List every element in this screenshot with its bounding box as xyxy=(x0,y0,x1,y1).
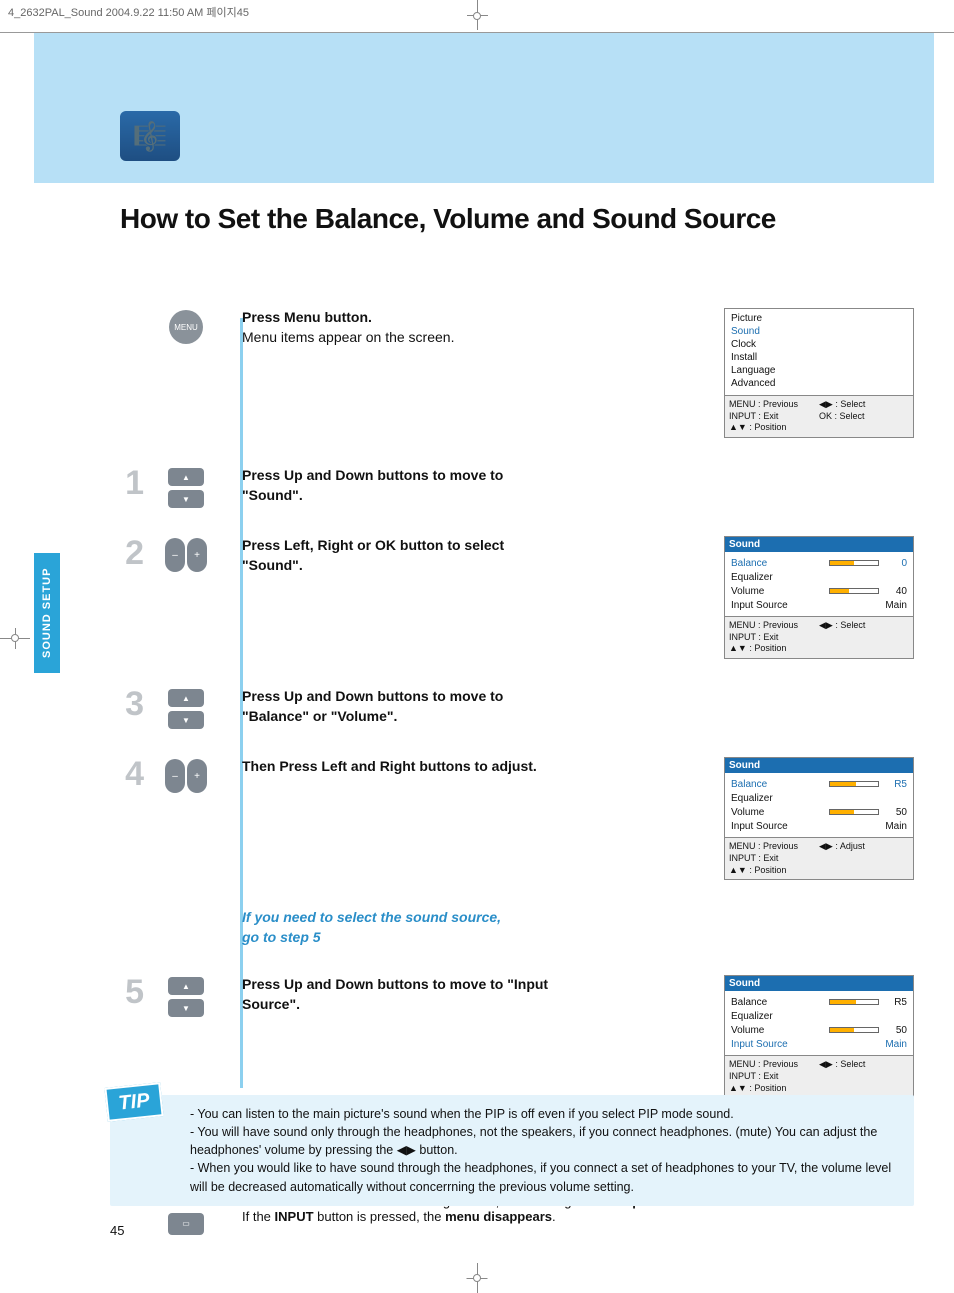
osd-sound-3: Sound BalanceR5EqualizerVolume50Input So… xyxy=(724,975,914,1098)
step-instruction: Then Press Left and Right buttons to adj… xyxy=(242,757,562,777)
section-tab: SOUND SETUP xyxy=(34,553,60,673)
step-instruction: Press Left, Right or OK button to select… xyxy=(242,536,562,575)
page-number: 45 xyxy=(110,1223,124,1238)
osd-menu-item: Install xyxy=(731,352,907,365)
step-instruction: Press Up and Down buttons to move to "In… xyxy=(242,975,562,1014)
instr-line: Menu items appear on the screen. xyxy=(242,328,562,348)
crop-circle-icon xyxy=(473,12,481,20)
note-line: go to step 5 xyxy=(242,928,562,948)
osd-menu-item: Language xyxy=(731,365,907,378)
osd-menu-item: Picture xyxy=(731,313,907,326)
step-row-note: If you need to select the sound source, … xyxy=(110,908,914,947)
step-number: 3 xyxy=(110,687,150,721)
osd-main-menu: PictureSoundClockInstallLanguageAdvanced… xyxy=(724,308,914,438)
instr-line: Press Menu button. xyxy=(242,309,372,325)
step-number: 1 xyxy=(110,466,150,500)
note-text: If you need to select the sound source, … xyxy=(242,908,562,947)
osd-hint: ▲▼ : Position xyxy=(729,643,819,655)
step-number: 2 xyxy=(110,536,150,570)
osd-row: BalanceR5 xyxy=(731,995,907,1009)
right-button-icon: + xyxy=(187,538,207,572)
step-row-2: 2 – + Press Left, Right or OK button to … xyxy=(110,536,914,659)
down-button-icon: ▼ xyxy=(168,711,204,729)
tip-line: - You will have sound only through the h… xyxy=(190,1123,900,1159)
right-button-icon: + xyxy=(187,759,207,793)
page-title: How to Set the Balance, Volume and Sound… xyxy=(120,203,776,235)
osd-menu-item: Advanced xyxy=(731,378,907,391)
osd-row: Input SourceMain xyxy=(731,819,907,833)
osd-row: Volume40 xyxy=(731,584,907,598)
osd-hint: ▲▼ : Position xyxy=(729,1083,819,1095)
osd-hint: MENU : Previous xyxy=(729,399,819,411)
up-button-icon: ▲ xyxy=(168,689,204,707)
down-button-icon: ▼ xyxy=(168,999,204,1017)
tip-line: - When you would like to have sound thro… xyxy=(190,1159,900,1195)
osd-hint: ▲▼ : Position xyxy=(729,865,819,877)
osd-hint: ◀▶ : Select xyxy=(819,620,909,632)
osd-hint: MENU : Previous xyxy=(729,1059,819,1071)
tip-label: TIP xyxy=(104,1082,163,1122)
osd-hint: ▲▼ : Position xyxy=(729,422,819,434)
crop-filename: 4_2632PAL_Sound 2004.9.22 11:50 AM 페이지45 xyxy=(8,7,249,19)
osd-title: Sound xyxy=(725,537,913,552)
osd-hint: INPUT : Exit xyxy=(729,1071,819,1083)
osd-menu-item: Clock xyxy=(731,339,907,352)
osd-row: Volume50 xyxy=(731,805,907,819)
osd-row: Balance0 xyxy=(731,556,907,570)
osd-row: Equalizer xyxy=(731,791,907,805)
osd-row: Input SourceMain xyxy=(731,1037,907,1051)
up-button-icon: ▲ xyxy=(168,977,204,995)
osd-title: Sound xyxy=(725,976,913,991)
osd-hint: ◀▶ : Select xyxy=(819,399,909,411)
step-row-1: 1 ▲ ▼ Press Up and Down buttons to move … xyxy=(110,466,914,508)
osd-sound-2: Sound BalanceR5EqualizerVolume50Input So… xyxy=(724,757,914,880)
down-button-icon: ▼ xyxy=(168,490,204,508)
crop-header: 4_2632PAL_Sound 2004.9.22 11:50 AM 페이지45 xyxy=(0,0,954,33)
up-button-icon: ▲ xyxy=(168,468,204,486)
osd-row: BalanceR5 xyxy=(731,777,907,791)
osd-hint: ◀▶ : Adjust xyxy=(819,841,909,853)
crop-mark-bottom-icon xyxy=(0,1263,954,1293)
osd-row: Input SourceMain xyxy=(731,598,907,612)
step-instruction: Press Up and Down buttons to move to "So… xyxy=(242,466,562,505)
osd-hint: ◀▶ : Select xyxy=(819,1059,909,1071)
input-button-icon: ▭ xyxy=(168,1213,204,1235)
tip-line: - You can listen to the main picture's s… xyxy=(190,1105,900,1123)
osd-hint: INPUT : Exit xyxy=(729,632,819,644)
osd-hint: INPUT : Exit xyxy=(729,853,819,865)
osd-title: Sound xyxy=(725,758,913,773)
osd-hint: MENU : Previous xyxy=(729,841,819,853)
note-line: If you need to select the sound source, xyxy=(242,908,562,928)
osd-hint: MENU : Previous xyxy=(729,620,819,632)
page: 🎼 How to Set the Balance, Volume and Sou… xyxy=(0,33,954,1243)
step-instruction: Press Up and Down buttons to move to "Ba… xyxy=(242,687,562,726)
osd-menu-item: Sound xyxy=(731,326,907,339)
osd-hint: OK : Select xyxy=(819,411,909,423)
left-button-icon: – xyxy=(165,759,185,793)
step-number: 5 xyxy=(110,975,150,1009)
osd-row: Equalizer xyxy=(731,1009,907,1023)
music-icon: 🎼 xyxy=(120,111,180,161)
osd-sound-1: Sound Balance0EqualizerVolume40Input Sou… xyxy=(724,536,914,659)
osd-row: Equalizer xyxy=(731,570,907,584)
menu-button-icon: MENU xyxy=(169,310,203,344)
left-button-icon: – xyxy=(165,538,185,572)
step-row-menu: MENU Press Menu button. Menu items appea… xyxy=(110,308,914,438)
step-row-4: 4 – + Then Press Left and Right buttons … xyxy=(110,757,914,880)
step-number: 4 xyxy=(110,757,150,791)
step-row-3: 3 ▲ ▼ Press Up and Down buttons to move … xyxy=(110,687,914,729)
crop-mark-left-icon xyxy=(0,638,30,639)
osd-row: Volume50 xyxy=(731,1023,907,1037)
tip-box: TIP - You can listen to the main picture… xyxy=(110,1095,914,1206)
step-instruction: Press Menu button. Menu items appear on … xyxy=(242,308,562,347)
step-row-5: 5 ▲ ▼ Press Up and Down buttons to move … xyxy=(110,975,914,1098)
osd-hint: INPUT : Exit xyxy=(729,411,819,423)
